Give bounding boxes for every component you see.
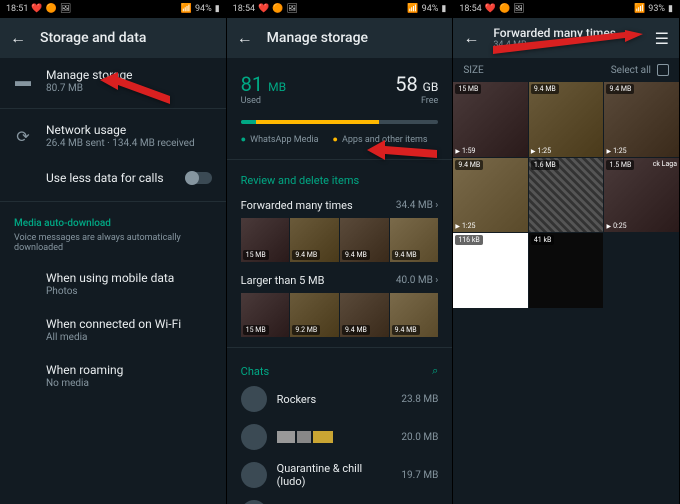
- size-label: SIZE: [463, 65, 483, 76]
- network-usage-item[interactable]: ⟳ Network usage 26.4 MB sent · 134.4 MB …: [0, 113, 226, 159]
- media-thumb[interactable]: 9.4 MB: [290, 218, 339, 262]
- media-cell[interactable]: 116 kB: [453, 233, 528, 308]
- review-title: Review and delete items: [227, 164, 453, 193]
- select-all-checkbox[interactable]: [657, 64, 669, 76]
- folder-icon: ▬: [14, 72, 32, 90]
- media-thumb[interactable]: 9.2 MB: [290, 293, 339, 337]
- use-less-data-item[interactable]: Use less data for calls: [0, 159, 226, 197]
- page-title: Manage storage: [267, 30, 368, 46]
- search-icon[interactable]: ⌕: [432, 364, 438, 378]
- storage-summary: 81 MBUsed 58 GBFree: [227, 58, 453, 120]
- avatar: [241, 386, 267, 412]
- media-thumb[interactable]: 9.4 MB: [340, 293, 389, 337]
- media-cell[interactable]: 9.4 MB1:25: [604, 82, 679, 157]
- chat-row[interactable]: Gaurav Bidasaria5.8 MB: [227, 494, 453, 504]
- chats-header: Chats⌕: [227, 352, 453, 380]
- roaming-item[interactable]: When roamingNo media: [0, 353, 226, 399]
- manage-storage-item[interactable]: ▬ Manage storage 80.7 MB: [0, 58, 226, 104]
- media-thumb[interactable]: 15 MB: [241, 293, 290, 337]
- media-cell[interactable]: 9.4 MB1:25: [453, 158, 528, 233]
- status-bar: 18:51❤️🟠🖼 📶94%▮: [0, 0, 226, 18]
- app-bar: ← Forwarded many times 34.4 MB ☰: [453, 18, 679, 58]
- media-cell[interactable]: 1.5 MB0:25ck Laga: [604, 158, 679, 233]
- back-icon[interactable]: ←: [463, 28, 479, 48]
- refresh-icon: ⟳: [14, 127, 32, 145]
- page-title: Storage and data: [40, 30, 146, 46]
- wifi-item[interactable]: When connected on Wi-FiAll media: [0, 307, 226, 353]
- chat-row[interactable]: 20.0 MB: [227, 418, 453, 456]
- forwarded-item[interactable]: Forwarded many times34.4 MB › 15 MB9.4 M…: [227, 193, 453, 268]
- media-cell[interactable]: 1.6 MB: [529, 158, 604, 233]
- larger-item[interactable]: Larger than 5 MB40.0 MB › 15 MB9.2 MB9.4…: [227, 268, 453, 343]
- section-label: Media auto-download: [0, 206, 226, 233]
- select-bar: SIZE Select all: [453, 58, 679, 82]
- media-cell[interactable]: 9.4 MB1:25: [529, 82, 604, 157]
- legend: WhatsApp MediaApps and other items: [227, 124, 453, 155]
- sort-icon[interactable]: ☰: [655, 29, 669, 48]
- chat-row[interactable]: Quarantine & chill (ludo)19.7 MB: [227, 456, 453, 494]
- back-icon[interactable]: ←: [10, 28, 26, 48]
- media-cell[interactable]: 41 kB: [529, 233, 604, 308]
- screen-manage-storage: 18:54❤️🟠🖼 📶94%▮ ← Manage storage 81 MBUs…: [227, 0, 454, 504]
- avatar: [241, 462, 267, 488]
- avatar: [241, 424, 267, 450]
- page-title: Forwarded many times: [493, 26, 616, 40]
- media-thumb[interactable]: 9.4 MB: [390, 218, 439, 262]
- status-bar: 18:54❤️🟠🖼 📶94%▮: [227, 0, 453, 18]
- media-grid: 15 MB1:599.4 MB1:259.4 MB1:259.4 MB1:251…: [453, 82, 679, 308]
- screen-forwarded: 18:54❤️🟠🖼 📶93%▮ ← Forwarded many times 3…: [453, 0, 680, 504]
- media-thumb[interactable]: 15 MB: [241, 218, 290, 262]
- toggle-switch[interactable]: [186, 172, 212, 184]
- mobile-data-item[interactable]: When using mobile dataPhotos: [0, 261, 226, 307]
- media-thumb[interactable]: 9.4 MB: [340, 218, 389, 262]
- status-bar: 18:54❤️🟠🖼 📶93%▮: [453, 0, 679, 18]
- media-thumb[interactable]: 9.4 MB: [390, 293, 439, 337]
- back-icon[interactable]: ←: [237, 28, 253, 48]
- app-bar: ← Storage and data: [0, 18, 226, 58]
- screen-storage-data: 18:51❤️🟠🖼 📶94%▮ ← Storage and data ▬ Man…: [0, 0, 227, 504]
- avatar: [241, 500, 267, 504]
- media-cell[interactable]: 15 MB1:59: [453, 82, 528, 157]
- chat-row[interactable]: Rockers23.8 MB: [227, 380, 453, 418]
- storage-bar: [241, 120, 439, 124]
- app-bar: ← Manage storage: [227, 18, 453, 58]
